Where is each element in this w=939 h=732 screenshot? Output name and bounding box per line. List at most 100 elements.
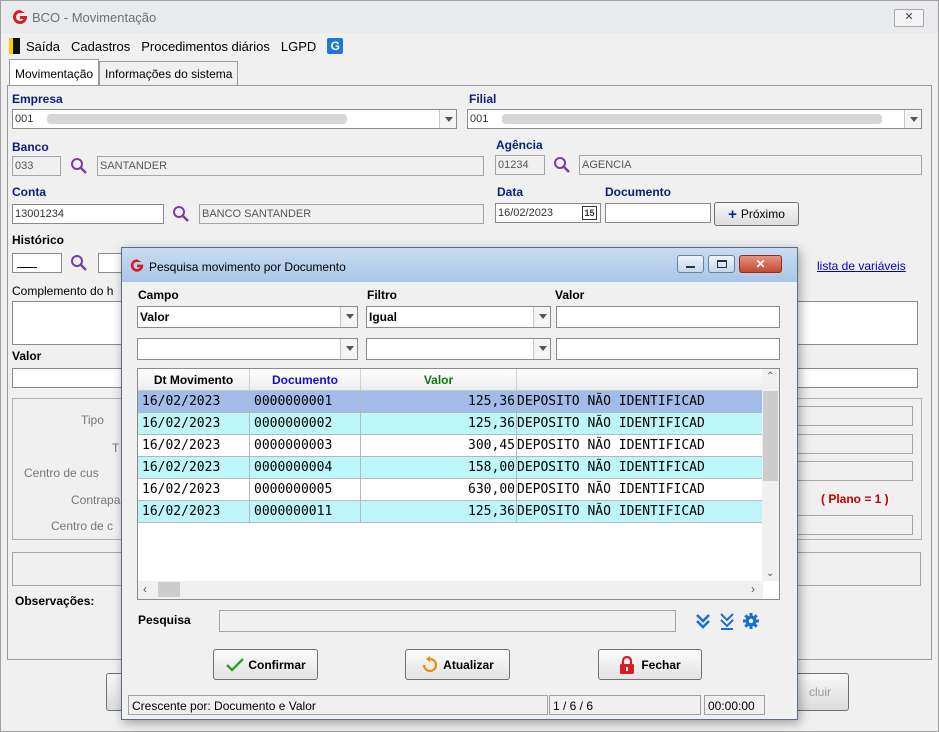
results-grid[interactable]: Dt Movimento Documento Valor 16/02/2023 0…: [137, 368, 780, 600]
campo1-select[interactable]: Valor: [137, 306, 358, 328]
data-field[interactable]: 16/02/2023 15: [495, 203, 601, 223]
atualizar-button[interactable]: Atualizar: [405, 649, 510, 680]
filial-combo[interactable]: 001: [467, 109, 922, 129]
g-logo-icon: G: [327, 38, 344, 54]
search-dialog: Pesquisa movimento por Documento ✕ Campo…: [121, 247, 798, 720]
table-row[interactable]: 16/02/2023 0000000002 125,36 DEPOSITO NÃO I…: [138, 413, 763, 435]
contrapartida-label: Contrapa: [71, 493, 121, 507]
valor-label: Valor: [12, 349, 42, 363]
close-window-button[interactable]: ✕: [894, 9, 924, 27]
data-label: Data: [497, 185, 524, 199]
col-dt-movimento[interactable]: Dt Movimento: [138, 369, 250, 390]
cell-historico: DEPOSITO NÃO IDENTIFICAD: [517, 394, 705, 409]
documento-label: Documento: [605, 185, 671, 199]
app-logo-icon: [130, 259, 144, 272]
close-icon: ✕: [755, 257, 766, 271]
table-row[interactable]: 16/02/2023 0000000004 158,00 DEPOSITO NÃO I…: [138, 457, 763, 479]
col-valor[interactable]: Valor: [361, 369, 517, 390]
status-count: 1 / 6 / 6: [549, 695, 701, 715]
campo2-select[interactable]: [137, 338, 358, 360]
search-icon[interactable]: [69, 253, 89, 273]
centro-c-label: Centro de c: [51, 519, 114, 533]
conta-code-field[interactable]: 13001234: [12, 204, 164, 224]
cell-historico: DEPOSITO NÃO IDENTIFICAD: [517, 416, 705, 431]
pesquisa-label: Pesquisa: [138, 613, 191, 627]
search-icon[interactable]: [69, 156, 89, 176]
table-row[interactable]: 16/02/2023 0000000003 300,45 DEPOSITO NÃO I…: [138, 435, 763, 457]
horizontal-scrollbar[interactable]: ‹ ›: [138, 581, 763, 599]
observacoes-label: Observações:: [15, 594, 95, 608]
cell-historico: DEPOSITO NÃO IDENTIFICAD: [517, 438, 705, 453]
tab-movimentacao[interactable]: Movimentação: [9, 59, 100, 85]
scroll-up-icon[interactable]: ⌃: [766, 371, 774, 382]
cell-documento: 0000000002: [250, 413, 361, 434]
dropdown-arrow-icon[interactable]: [533, 307, 550, 327]
documento-field[interactable]: [605, 203, 711, 223]
hscroll-thumb[interactable]: [158, 582, 180, 597]
valor2-input[interactable]: [556, 338, 780, 360]
vertical-scrollbar[interactable]: ⌃ ⌄: [762, 369, 779, 581]
scroll-left-icon[interactable]: ‹: [143, 582, 147, 596]
scroll-thumb[interactable]: [763, 391, 778, 481]
menu-cadastros[interactable]: Cadastros: [71, 39, 130, 54]
cell-documento: 0000000003: [250, 435, 361, 456]
pesquisa-input[interactable]: [219, 610, 676, 632]
dropdown-arrow-icon[interactable]: [439, 110, 456, 128]
search-icon[interactable]: [552, 155, 572, 175]
agencia-name-field: AGENCIA: [579, 155, 922, 175]
col-documento[interactable]: Documento: [250, 369, 361, 390]
maximize-button[interactable]: [708, 255, 735, 273]
collapse-all-icon[interactable]: [718, 612, 736, 630]
dropdown-arrow-icon[interactable]: [904, 110, 921, 128]
close-dialog-button[interactable]: ✕: [739, 255, 782, 273]
cell-historico: DEPOSITO NÃO IDENTIFICAD: [517, 504, 705, 519]
title-bar: BCO - Movimentação ✕: [1, 1, 938, 33]
scroll-right-icon[interactable]: ›: [751, 582, 755, 596]
menu-g-badge[interactable]: G: [327, 38, 344, 54]
menu-procedimentos-diarios[interactable]: Procedimentos diários: [141, 39, 270, 54]
agencia-code-field[interactable]: 01234: [495, 155, 545, 175]
minimize-button[interactable]: [677, 255, 704, 273]
redacted-text: [502, 114, 882, 124]
cell-dt-movimento: 16/02/2023: [138, 501, 250, 522]
search-icon[interactable]: [171, 204, 191, 224]
empresa-combo[interactable]: 001: [12, 109, 457, 129]
cell-dt-movimento: 16/02/2023: [138, 457, 250, 478]
dialog-status-bar: Crescente por: Documento e Valor 1 / 6 /…: [128, 695, 791, 715]
historico-code-field[interactable]: [12, 253, 62, 273]
fechar-button[interactable]: Fechar: [598, 649, 702, 680]
col-historico[interactable]: [517, 369, 763, 390]
dropdown-arrow-icon[interactable]: [340, 339, 357, 359]
table-row[interactable]: 16/02/2023 0000000005 630,00 DEPOSITO NÃO I…: [138, 479, 763, 501]
conta-label: Conta: [12, 185, 46, 199]
banco-code-field[interactable]: 033: [12, 156, 61, 176]
grid-header: Dt Movimento Documento Valor: [138, 369, 763, 391]
table-row[interactable]: 16/02/2023 0000000011 125,36 DEPOSITO NÃO I…: [138, 501, 763, 523]
cell-documento: 0000000001: [250, 391, 361, 412]
menu-lgpd[interactable]: LGPD: [281, 39, 316, 54]
confirmar-button[interactable]: Confirmar: [213, 649, 318, 680]
tab-informacoes-sistema[interactable]: Informações do sistema: [99, 61, 239, 85]
cell-documento: 0000000004: [250, 457, 361, 478]
calendar-icon[interactable]: 15: [582, 206, 597, 220]
gear-icon[interactable]: [742, 612, 760, 630]
cell-valor: 300,45: [361, 435, 517, 456]
t-field: [797, 434, 913, 454]
dropdown-arrow-icon[interactable]: [533, 339, 550, 359]
excluir-button[interactable]: cluir: [791, 673, 849, 711]
status-time: 00:00:00: [704, 695, 765, 715]
table-row[interactable]: 16/02/2023 0000000001 125,36 DEPOSITO NÃO I…: [138, 391, 763, 413]
dialog-title-bar: Pesquisa movimento por Documento ✕: [122, 248, 797, 282]
lista-variaveis-link[interactable]: lista de variáveis: [817, 259, 906, 273]
filtro1-select[interactable]: Igual: [366, 306, 551, 328]
valor1-input[interactable]: [556, 306, 780, 328]
cell-valor: 125,36: [361, 501, 517, 522]
proximo-button[interactable]: + Próximo: [714, 202, 799, 226]
campo-label: Campo: [138, 288, 179, 302]
dropdown-arrow-icon[interactable]: [340, 307, 357, 327]
filtro2-select[interactable]: [366, 338, 551, 360]
plus-icon: +: [728, 205, 737, 223]
scroll-down-icon[interactable]: ⌄: [766, 568, 774, 579]
double-chevron-down-icon[interactable]: [694, 612, 712, 630]
menu-saida[interactable]: Saída: [9, 38, 60, 54]
